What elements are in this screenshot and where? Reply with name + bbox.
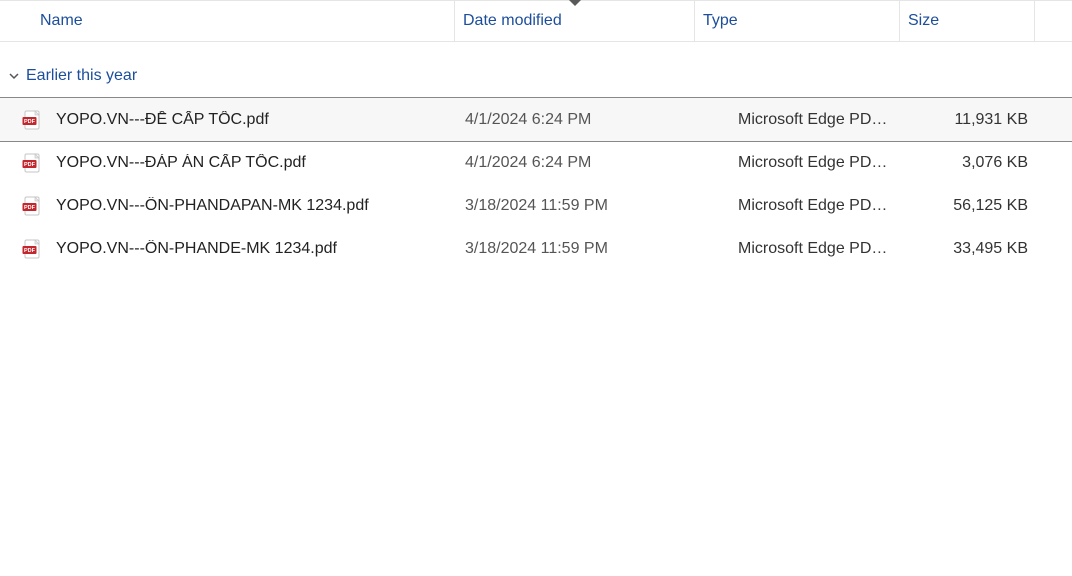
file-row[interactable]: PDF YOPO.VN---ÔN-PHANDAPAN-MK 1234.pdf3/… bbox=[0, 184, 1072, 227]
file-name-label: YOPO.VN---ĐỀ CẤP TỐC.pdf bbox=[56, 111, 447, 129]
svg-text:PDF: PDF bbox=[24, 205, 36, 211]
file-type-cell: Microsoft Edge PDF ... bbox=[700, 111, 900, 129]
sort-descending-icon bbox=[569, 0, 581, 6]
group-header[interactable]: Earlier this year bbox=[0, 62, 1072, 90]
file-row[interactable]: PDF YOPO.VN---ĐÁP ÁN CẤP TỐC.pdf4/1/2024… bbox=[0, 141, 1072, 184]
svg-text:PDF: PDF bbox=[24, 162, 36, 168]
file-name-label: YOPO.VN---ĐÁP ÁN CẤP TỐC.pdf bbox=[56, 154, 447, 172]
column-header-date-label: Date modified bbox=[463, 12, 562, 30]
file-size-cell: 56,125 KB bbox=[900, 197, 1030, 215]
pdf-file-icon: PDF bbox=[22, 196, 42, 216]
svg-text:PDF: PDF bbox=[24, 119, 36, 125]
pdf-file-icon: PDF bbox=[22, 239, 42, 259]
pdf-file-icon: PDF bbox=[22, 110, 42, 130]
file-row[interactable]: PDF YOPO.VN---ĐỀ CẤP TỐC.pdf4/1/2024 6:2… bbox=[0, 98, 1072, 141]
file-name-cell: PDF YOPO.VN---ĐÁP ÁN CẤP TỐC.pdf bbox=[0, 153, 455, 173]
pdf-file-icon: PDF bbox=[22, 153, 42, 173]
column-header-row: Name Date modified Type Size bbox=[0, 0, 1072, 42]
file-list-body: Earlier this year PDF YOPO.VN---ĐỀ CẤP T… bbox=[0, 42, 1072, 270]
file-date-cell: 4/1/2024 6:24 PM bbox=[455, 154, 700, 172]
file-date-cell: 4/1/2024 6:24 PM bbox=[455, 111, 700, 129]
file-size-cell: 11,931 KB bbox=[900, 111, 1030, 129]
file-name-label: YOPO.VN---ÔN-PHANDAPAN-MK 1234.pdf bbox=[56, 197, 447, 215]
file-type-cell: Microsoft Edge PDF ... bbox=[700, 197, 900, 215]
file-date-cell: 3/18/2024 11:59 PM bbox=[455, 197, 700, 215]
file-name-label: YOPO.VN---ÔN-PHANDE-MK 1234.pdf bbox=[56, 240, 447, 258]
file-rows: PDF YOPO.VN---ĐỀ CẤP TỐC.pdf4/1/2024 6:2… bbox=[0, 90, 1072, 270]
chevron-down-icon bbox=[8, 70, 20, 82]
file-row[interactable]: PDF YOPO.VN---ÔN-PHANDE-MK 1234.pdf3/18/… bbox=[0, 227, 1072, 270]
file-type-cell: Microsoft Edge PDF ... bbox=[700, 240, 900, 258]
file-name-cell: PDF YOPO.VN---ÔN-PHANDE-MK 1234.pdf bbox=[0, 239, 455, 259]
file-size-cell: 3,076 KB bbox=[900, 154, 1030, 172]
column-header-size[interactable]: Size bbox=[900, 1, 1035, 41]
column-header-name[interactable]: Name bbox=[0, 1, 455, 41]
file-name-cell: PDF YOPO.VN---ÔN-PHANDAPAN-MK 1234.pdf bbox=[0, 196, 455, 216]
file-date-cell: 3/18/2024 11:59 PM bbox=[455, 240, 700, 258]
file-size-cell: 33,495 KB bbox=[900, 240, 1030, 258]
file-type-cell: Microsoft Edge PDF ... bbox=[700, 154, 900, 172]
file-name-cell: PDF YOPO.VN---ĐỀ CẤP TỐC.pdf bbox=[0, 110, 455, 130]
column-header-date[interactable]: Date modified bbox=[455, 1, 695, 41]
group-header-label: Earlier this year bbox=[26, 67, 137, 85]
column-header-type[interactable]: Type bbox=[695, 1, 900, 41]
svg-text:PDF: PDF bbox=[24, 248, 36, 254]
